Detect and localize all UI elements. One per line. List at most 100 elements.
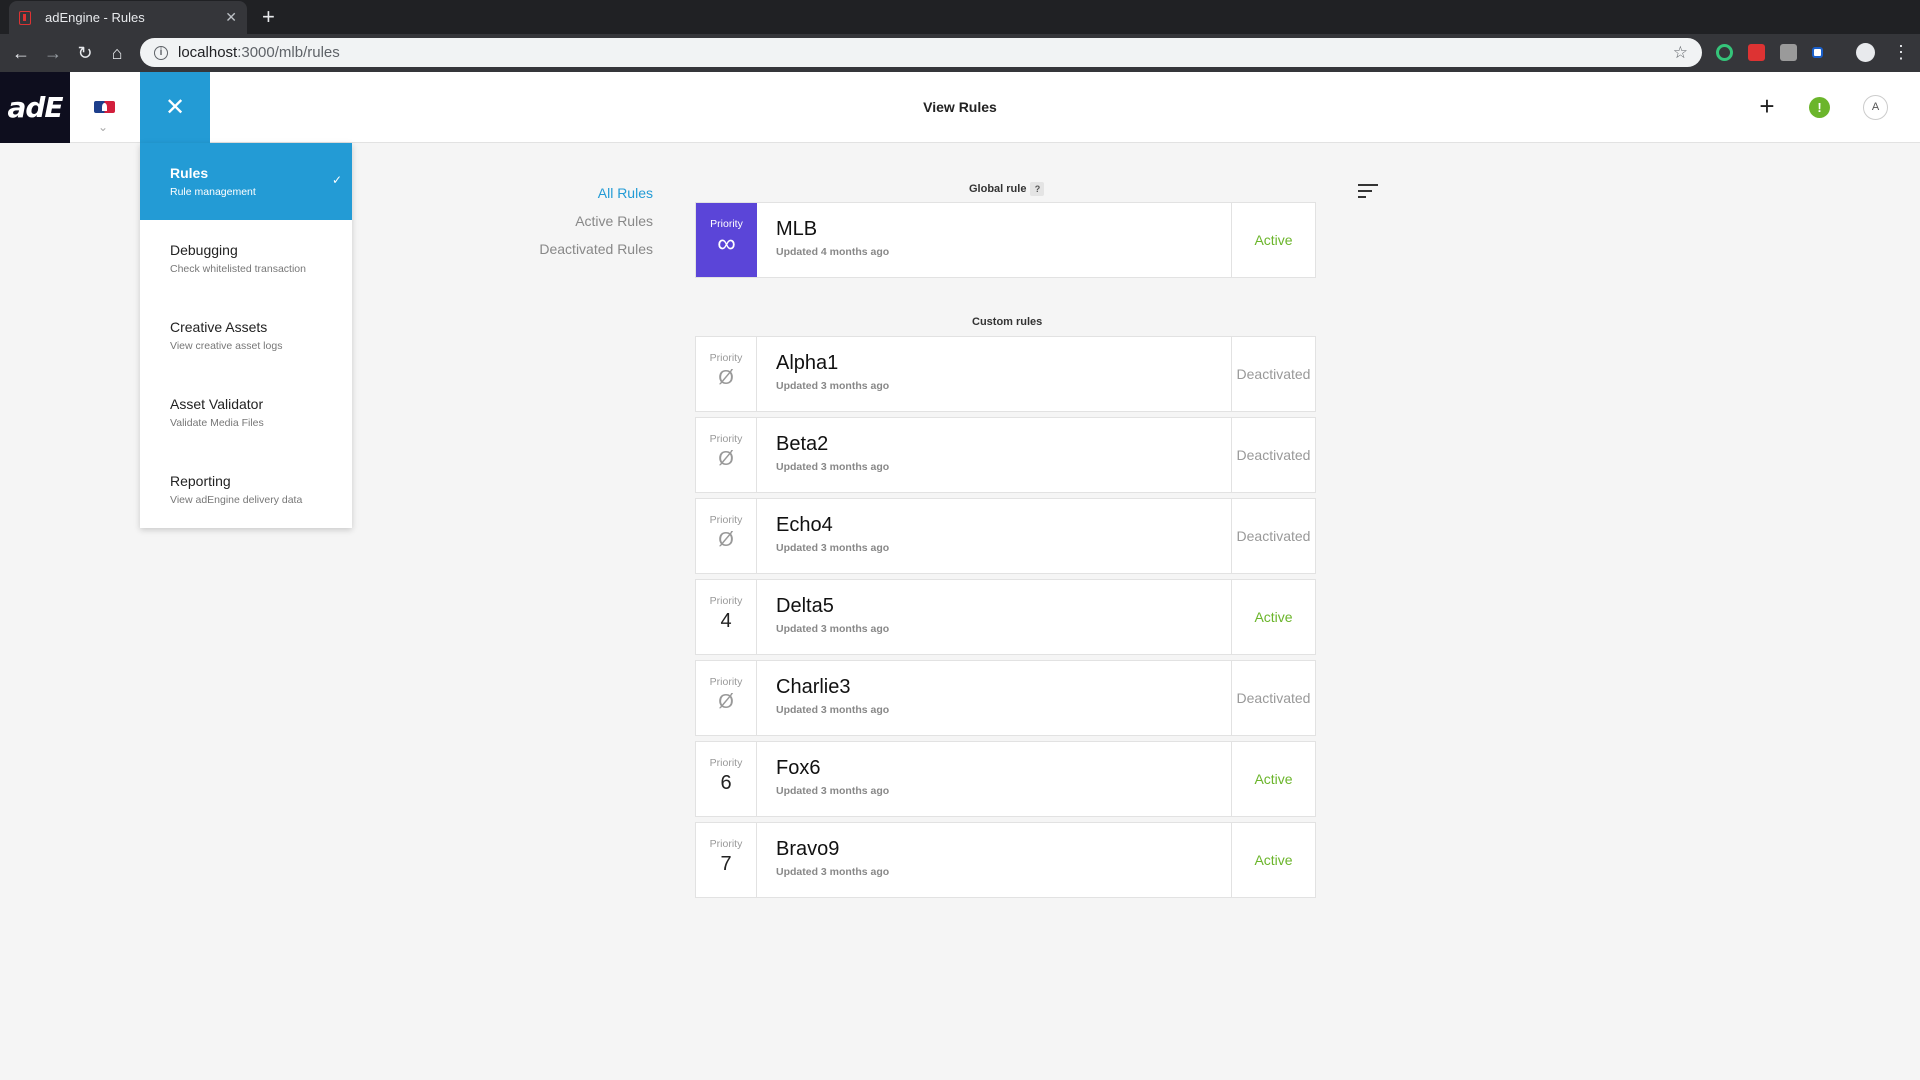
more-menu-icon[interactable]: ⋮ xyxy=(1892,41,1910,63)
nav-item-label: Reporting xyxy=(170,473,231,489)
priority-cell: Priority Ø xyxy=(696,418,757,492)
rule-body: Fox6 Updated 3 months ago xyxy=(757,742,1231,816)
home-icon[interactable]: ⌂ xyxy=(105,41,129,65)
rule-card[interactable]: Priority 7 Bravo9 Updated 3 months ago Activ… xyxy=(695,822,1316,898)
league-switcher[interactable]: ⌄ xyxy=(70,72,140,143)
rule-name: MLB xyxy=(776,218,818,240)
nav-item-sublabel: Rule management xyxy=(170,186,256,198)
rule-status: Deactivated xyxy=(1231,337,1315,411)
add-rule-button[interactable]: + xyxy=(1752,92,1782,122)
rule-name: Beta2 xyxy=(776,433,829,455)
rule-body: Charlie3 Updated 3 months ago xyxy=(757,661,1231,735)
nav-item-reporting[interactable]: Reporting View adEngine delivery data xyxy=(140,451,352,528)
priority-label: Priority xyxy=(709,352,743,364)
alert-icon[interactable]: ! xyxy=(1809,97,1830,118)
rule-updated: Updated 3 months ago xyxy=(776,866,890,878)
priority-cell: Priority 6 xyxy=(696,742,757,816)
priority-cell: Priority Ø xyxy=(696,337,757,411)
priority-cell: Priority ∞ xyxy=(696,203,757,277)
nav-item-asset-validator[interactable]: Asset Validator Validate Media Files xyxy=(140,374,352,451)
priority-label: Priority xyxy=(709,595,743,607)
extension-icon[interactable] xyxy=(1716,44,1733,61)
rule-status: Active xyxy=(1231,580,1315,654)
rule-name: Fox6 xyxy=(776,757,821,779)
rule-updated: Updated 3 months ago xyxy=(776,704,890,716)
nav-item-rules[interactable]: Rules Rule management ✓ xyxy=(140,143,352,220)
back-icon[interactable]: ← xyxy=(9,41,33,65)
browser-tabstrip: adEngine - Rules ✕ + xyxy=(0,0,1920,34)
rule-card-global[interactable]: Priority ∞ MLB Updated 4 months ago Acti… xyxy=(695,202,1316,278)
priority-cell: Priority Ø xyxy=(696,499,757,573)
browser-toolbar: ← → ↻ ⌂ i localhost:3000/mlb/rules ☆ ⋮ xyxy=(0,34,1920,72)
url-path: :3000/mlb/rules xyxy=(237,44,340,61)
browser-tab[interactable]: adEngine - Rules ✕ xyxy=(9,1,247,34)
priority-cell: Priority 4 xyxy=(696,580,757,654)
filter-deactivated-rules[interactable]: Deactivated Rules xyxy=(500,241,653,269)
rule-status: Active xyxy=(1231,203,1315,277)
rule-updated: Updated 3 months ago xyxy=(776,623,890,635)
profile-icon[interactable] xyxy=(1856,43,1875,62)
priority-value: 7 xyxy=(720,853,732,875)
priority-value: Ø xyxy=(718,691,734,713)
close-menu-button[interactable]: ✕ xyxy=(140,72,210,143)
rule-card[interactable]: Priority 4 Delta5 Updated 3 months ago Activ… xyxy=(695,579,1316,655)
app-logo[interactable]: adE xyxy=(0,72,70,143)
chevron-down-icon: ⌄ xyxy=(98,120,109,134)
rule-status: Deactivated xyxy=(1231,418,1315,492)
nav-item-sublabel: Validate Media Files xyxy=(170,417,264,429)
extension-icon[interactable] xyxy=(1812,47,1823,58)
bookmark-star-icon[interactable]: ☆ xyxy=(1673,43,1688,63)
help-icon[interactable]: ? xyxy=(1030,182,1045,196)
nav-item-label: Debugging xyxy=(170,242,238,258)
rule-card[interactable]: Priority Ø Echo4 Updated 3 months ago Deacti… xyxy=(695,498,1316,574)
extension-icon[interactable] xyxy=(1780,44,1797,61)
rule-updated: Updated 3 months ago xyxy=(776,542,890,554)
nav-menu: Rules Rule management ✓ Debugging Check … xyxy=(140,143,352,528)
nav-item-sublabel: View adEngine delivery data xyxy=(170,494,303,506)
info-icon[interactable]: i xyxy=(154,45,168,60)
priority-value: Ø xyxy=(718,367,734,389)
url-host: localhost xyxy=(178,44,238,61)
mlb-logo-icon xyxy=(94,101,115,113)
infinity-icon: ∞ xyxy=(717,228,736,258)
extension-icon[interactable] xyxy=(1748,44,1765,61)
rule-updated: Updated 4 months ago xyxy=(776,246,890,258)
filter-active-rules[interactable]: Active Rules xyxy=(500,213,653,241)
rule-card[interactable]: Priority 6 Fox6 Updated 3 months ago Active xyxy=(695,741,1316,817)
rule-card[interactable]: Priority Ø Alpha1 Updated 3 months ago Deact… xyxy=(695,336,1316,412)
rule-card[interactable]: Priority Ø Beta2 Updated 3 months ago Deacti… xyxy=(695,417,1316,493)
app-header: View Rules adE ⌄ ✕ + ! A xyxy=(0,72,1920,143)
rule-updated: Updated 3 months ago xyxy=(776,461,890,473)
priority-label: Priority xyxy=(709,676,743,688)
global-rule-label: Global rule xyxy=(969,183,1027,195)
priority-cell: Priority 7 xyxy=(696,823,757,897)
filter-all-rules[interactable]: All Rules xyxy=(500,185,653,213)
rule-name: Bravo9 xyxy=(776,838,840,860)
priority-cell: Priority Ø xyxy=(696,661,757,735)
rule-filters: All Rules Active Rules Deactivated Rules xyxy=(500,185,653,269)
tab-title: adEngine - Rules xyxy=(45,10,145,25)
priority-value: 6 xyxy=(720,772,732,794)
tab-close-icon[interactable]: ✕ xyxy=(225,9,237,26)
priority-label: Priority xyxy=(709,433,743,445)
page-title: View Rules xyxy=(923,99,997,115)
priority-label: Priority xyxy=(709,757,743,769)
new-tab-button[interactable]: + xyxy=(262,4,275,30)
sort-icon[interactable] xyxy=(1358,184,1378,200)
rule-body: Beta2 Updated 3 months ago xyxy=(757,418,1231,492)
favicon-icon xyxy=(19,10,31,25)
address-bar[interactable]: i localhost:3000/mlb/rules ☆ xyxy=(140,38,1702,67)
nav-item-sublabel: Check whitelisted transaction xyxy=(170,263,306,275)
rule-name: Delta5 xyxy=(776,595,834,617)
forward-icon[interactable]: → xyxy=(41,41,65,65)
reload-icon[interactable]: ↻ xyxy=(73,41,97,65)
rule-status: Active xyxy=(1231,823,1315,897)
avatar[interactable]: A xyxy=(1863,95,1888,120)
nav-item-debugging[interactable]: Debugging Check whitelisted transaction xyxy=(140,220,352,297)
nav-item-creative-assets[interactable]: Creative Assets View creative asset logs xyxy=(140,297,352,374)
priority-value: Ø xyxy=(718,448,734,470)
rule-card[interactable]: Priority Ø Charlie3 Updated 3 months ago Dea… xyxy=(695,660,1316,736)
rule-updated: Updated 3 months ago xyxy=(776,380,890,392)
rule-status: Deactivated xyxy=(1231,499,1315,573)
priority-label: Priority xyxy=(709,838,743,850)
